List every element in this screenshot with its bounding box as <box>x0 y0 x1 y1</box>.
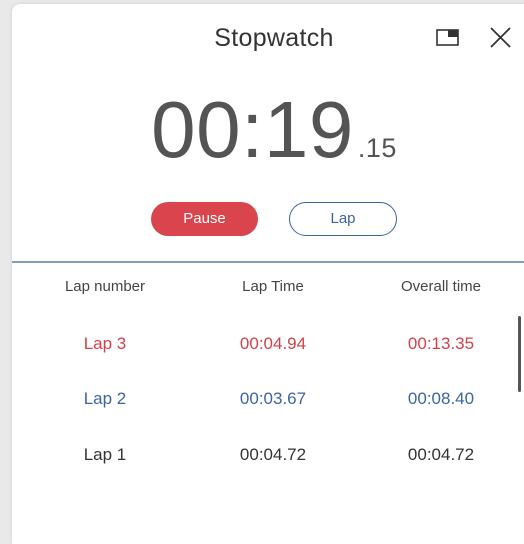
overall-time-cell: 00:04.72 <box>407 445 475 464</box>
close-button[interactable] <box>486 25 514 51</box>
lap-number-cell: Lap 3 <box>83 334 127 353</box>
lap-time-cell: 00:03.67 <box>239 389 307 408</box>
header-overall-time: Overall time <box>400 278 482 295</box>
elapsed-time-display: 00:19.15 <box>12 84 524 176</box>
lap-row: Lap 2 00:03.67 00:08.40 <box>12 389 524 419</box>
lap-time-cell: 00:04.94 <box>239 334 307 353</box>
lap-number-cell: Lap 1 <box>83 445 127 464</box>
lap-number-cell: Lap 2 <box>83 389 127 408</box>
stopwatch-window: Stopwatch 00:19.15 Pause Lap Lap number … <box>12 4 524 544</box>
close-icon <box>490 27 511 48</box>
lap-list-scrollbar[interactable] <box>518 316 521 392</box>
title-bar[interactable]: Stopwatch <box>12 4 524 70</box>
compact-overlay-icon <box>436 29 459 46</box>
lap-button[interactable]: Lap <box>289 202 397 236</box>
lap-row: Lap 1 00:04.72 00:04.72 <box>12 445 524 475</box>
divider <box>12 261 524 263</box>
overall-time-cell: 00:08.40 <box>407 389 475 408</box>
lap-row: Lap 3 00:04.94 00:13.35 <box>12 334 524 364</box>
elapsed-time-main: 00:19 <box>151 85 354 174</box>
compact-overlay-button[interactable] <box>434 25 462 51</box>
header-lap-number: Lap number <box>64 278 146 295</box>
elapsed-time-fraction: .15 <box>357 133 397 163</box>
overall-time-cell: 00:13.35 <box>407 334 475 353</box>
lap-time-cell: 00:04.72 <box>239 445 307 464</box>
header-lap-time: Lap Time <box>242 278 304 295</box>
pause-button[interactable]: Pause <box>151 202 258 236</box>
